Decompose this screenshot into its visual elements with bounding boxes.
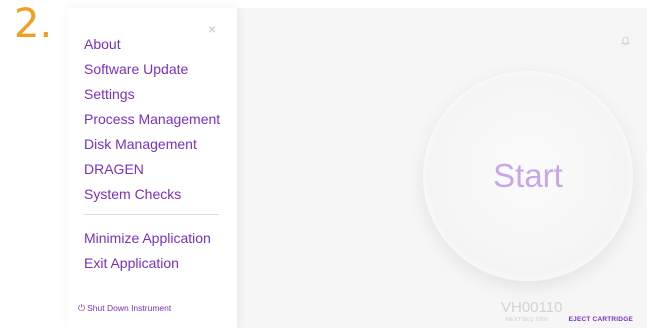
- menu-item-process-management[interactable]: Process Management: [84, 109, 220, 134]
- main-panel: Start VH00110 NEXTSEQ 2000 EJECT CARTRID…: [237, 8, 647, 328]
- app-menu-list: Minimize Application Exit Application: [84, 228, 211, 278]
- menu-item-about[interactable]: About: [84, 34, 220, 59]
- start-button[interactable]: Start: [423, 71, 633, 281]
- shutdown-instrument-button[interactable]: ⏻ Shut Down Instrument: [78, 303, 171, 314]
- eject-cartridge-button[interactable]: EJECT CARTRIDGE: [569, 316, 633, 323]
- menu-divider: [84, 214, 219, 215]
- menu-item-minimize-application[interactable]: Minimize Application: [84, 228, 211, 253]
- sidebar-menu: × About Software Update Settings Process…: [67, 8, 237, 328]
- step-number-label: 2.: [14, 1, 53, 47]
- app-window: × About Software Update Settings Process…: [67, 8, 647, 328]
- instrument-id: VH00110: [501, 299, 563, 316]
- menu-item-dragen[interactable]: DRAGEN: [84, 159, 220, 184]
- menu-item-software-update[interactable]: Software Update: [84, 59, 220, 84]
- menu-item-system-checks[interactable]: System Checks: [84, 184, 220, 209]
- shutdown-label: Shut Down Instrument: [87, 303, 172, 313]
- bell-icon[interactable]: [621, 33, 630, 51]
- menu-item-exit-application[interactable]: Exit Application: [84, 253, 211, 278]
- power-icon: ⏻: [78, 303, 86, 313]
- menu-list: About Software Update Settings Process M…: [84, 34, 220, 209]
- start-label: Start: [493, 157, 563, 194]
- instrument-model: NEXTSEQ 2000: [506, 317, 549, 323]
- menu-item-settings[interactable]: Settings: [84, 84, 220, 109]
- menu-item-disk-management[interactable]: Disk Management: [84, 134, 220, 159]
